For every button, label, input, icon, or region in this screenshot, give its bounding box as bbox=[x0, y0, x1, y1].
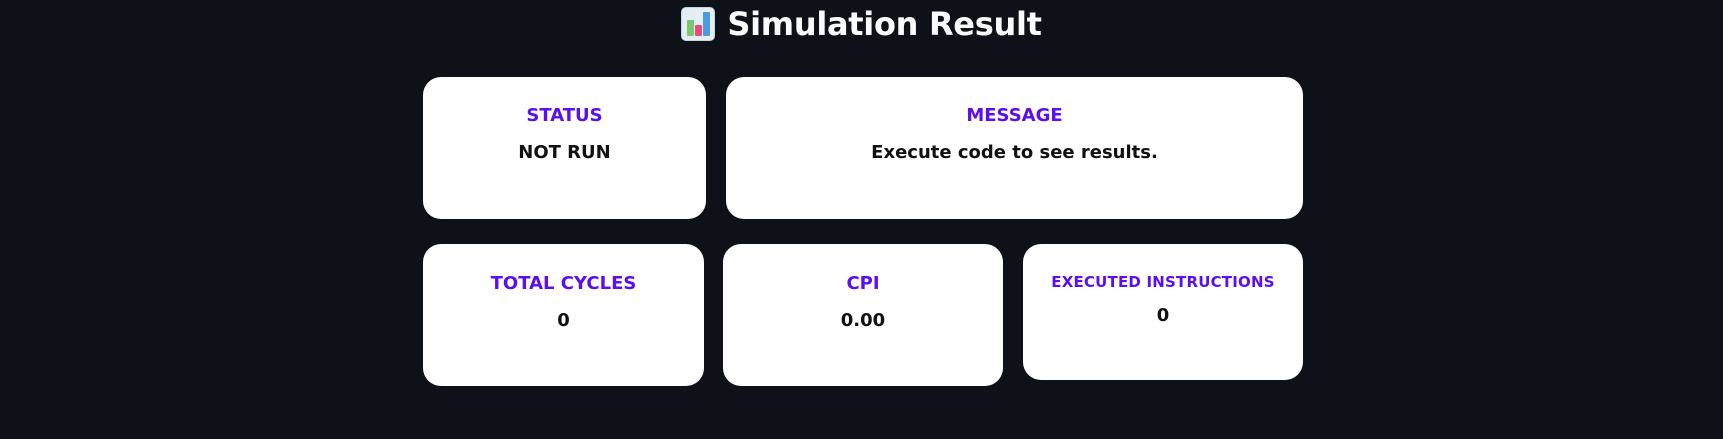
executed-instructions-value: 0 bbox=[1156, 305, 1170, 326]
total-cycles-label: TOTAL CYCLES bbox=[490, 273, 637, 294]
cpi-value: 0.00 bbox=[840, 310, 886, 331]
page-title: Simulation Result bbox=[727, 5, 1042, 43]
total-cycles-card: TOTAL CYCLES 0 bbox=[423, 244, 704, 386]
page-header: Simulation Result bbox=[0, 4, 1723, 44]
cpi-card: CPI 0.00 bbox=[723, 244, 1003, 386]
status-value: NOT RUN bbox=[518, 142, 611, 163]
status-card: STATUS NOT RUN bbox=[423, 77, 706, 219]
message-card: MESSAGE Execute code to see results. bbox=[726, 77, 1303, 219]
cpi-label: CPI bbox=[846, 273, 880, 294]
simulation-result-page: Simulation Result STATUS NOT RUN MESSAGE… bbox=[0, 0, 1723, 439]
total-cycles-value: 0 bbox=[557, 310, 570, 331]
executed-instructions-card: EXECUTED INSTRUCTIONS 0 bbox=[1023, 244, 1303, 380]
message-value: Execute code to see results. bbox=[871, 142, 1158, 163]
executed-instructions-label: EXECUTED INSTRUCTIONS bbox=[1051, 273, 1275, 291]
message-label: MESSAGE bbox=[966, 105, 1063, 126]
bar-chart-icon bbox=[681, 7, 716, 41]
status-label: STATUS bbox=[526, 105, 603, 126]
